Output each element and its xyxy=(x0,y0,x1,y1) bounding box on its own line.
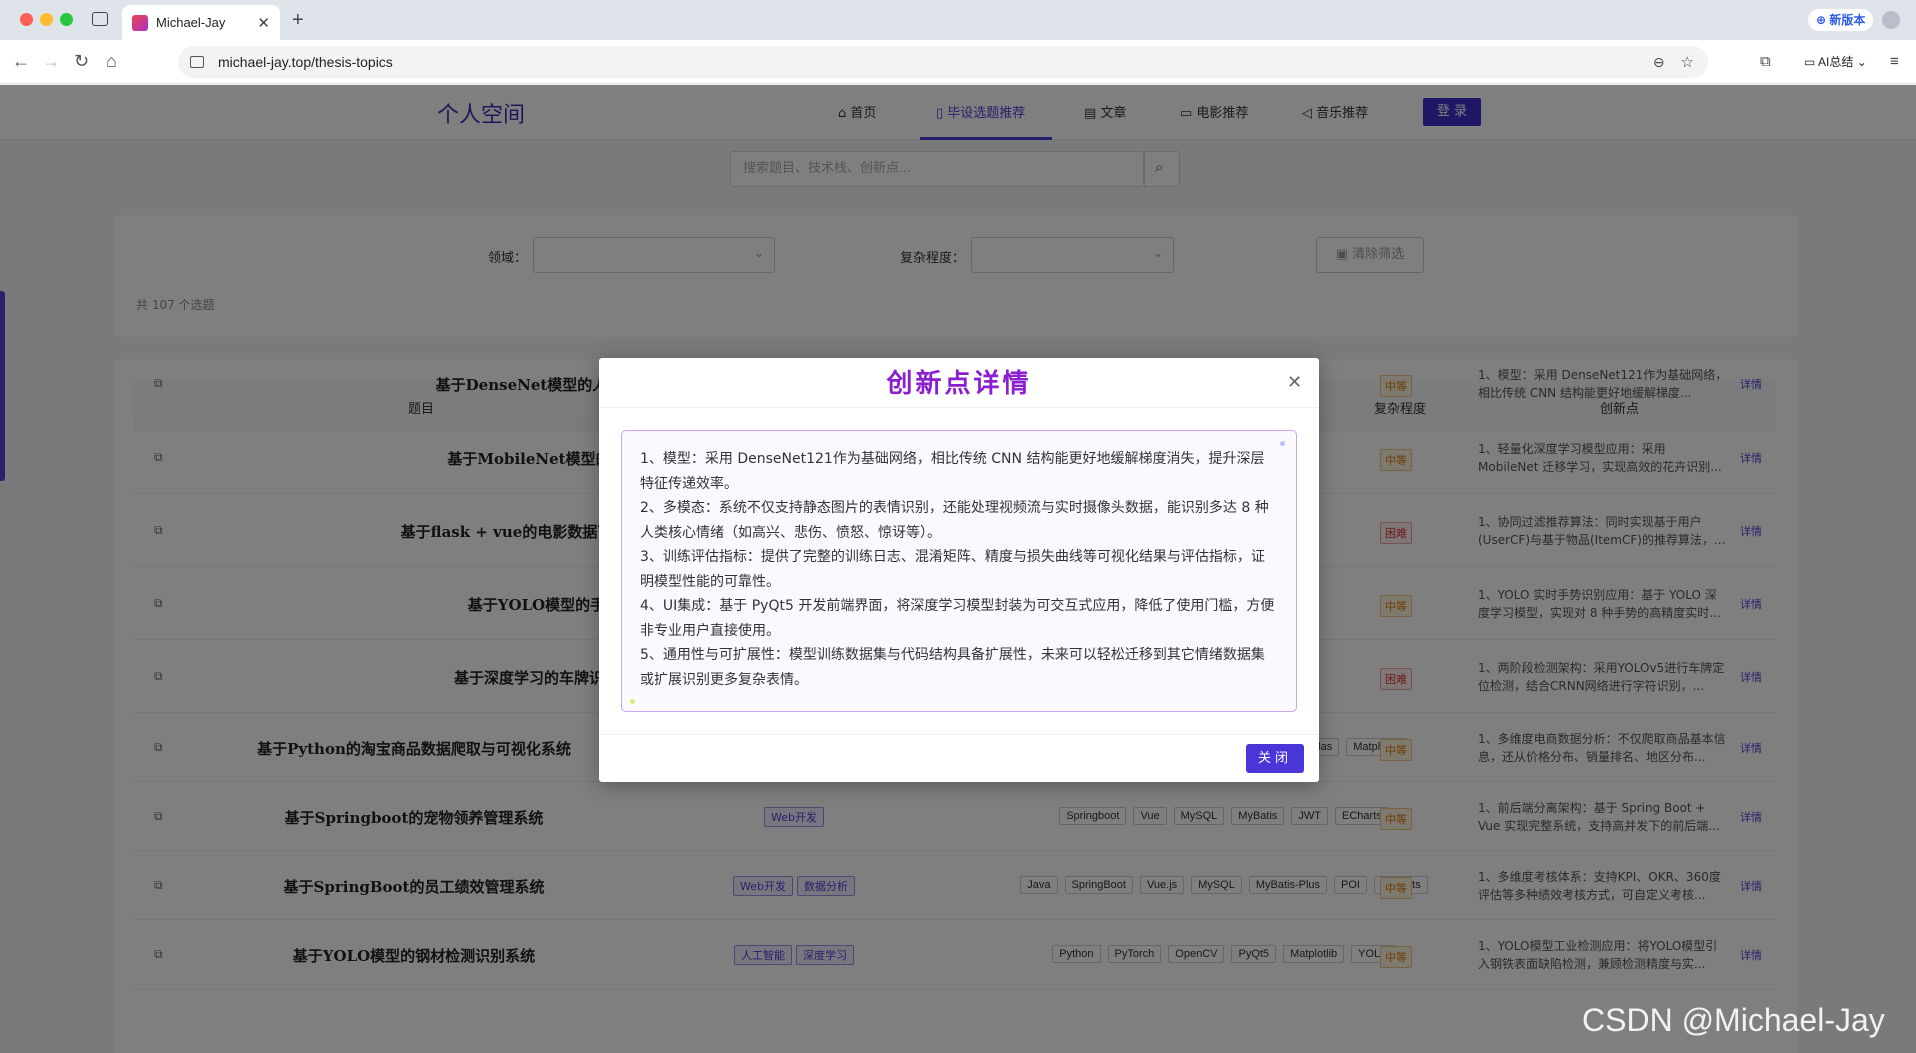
tab-close-icon[interactable]: ✕ xyxy=(257,14,270,32)
tab-title: Michael-Jay xyxy=(156,15,226,30)
close-window-icon[interactable] xyxy=(20,13,33,26)
menu-icon[interactable]: ≡ xyxy=(1890,53,1899,70)
bookmark-star-icon[interactable]: ☆ xyxy=(1681,53,1694,71)
forward-icon[interactable]: → xyxy=(42,51,60,72)
innovation-point: 3、训练评估指标：提供了完整的训练日志、混淆矩阵、精度与损失曲线等可视化结果与评… xyxy=(640,549,1265,590)
maximize-window-icon[interactable] xyxy=(60,13,73,26)
innovation-point: 1、模型：采用 DenseNet121作为基础网络，相比传统 CNN 结构能更好… xyxy=(640,451,1265,492)
innovation-detail-modal: 创新点详情 ✕ 1、模型：采用 DenseNet121作为基础网络，相比传统 C… xyxy=(599,358,1319,782)
modal-title: 创新点详情 xyxy=(599,358,1319,408)
new-tab-icon[interactable]: + xyxy=(292,9,304,32)
modal-content: 1、模型：采用 DenseNet121作为基础网络，相比传统 CNN 结构能更好… xyxy=(621,430,1297,712)
browser-toolbar: ← → ↻ ⌂ michael-jay.top/thesis-topics ⊖ … xyxy=(0,40,1916,84)
innovation-point: 2、多模态：系统不仅支持静态图片的表情识别，还能处理视频流与实时摄像头数据，能识… xyxy=(640,500,1269,541)
close-icon[interactable]: ✕ xyxy=(1287,372,1302,393)
innovation-point: 5、通用性与可扩展性：模型训练数据集与代码结构具备扩展性，未来可以轻松迁移到其它… xyxy=(640,647,1265,688)
ai-summary-button[interactable]: ▭ AI总结 ⌄ xyxy=(1804,53,1867,70)
address-bar[interactable]: michael-jay.top/thesis-topics ⊖ ☆ xyxy=(178,46,1708,78)
ai-summary-label: AI总结 xyxy=(1818,55,1854,69)
profile-avatar[interactable] xyxy=(1882,11,1900,29)
tab-search-icon[interactable] xyxy=(92,12,108,26)
favicon-icon xyxy=(132,14,148,31)
upgrade-button[interactable]: ⊕ 新版本 xyxy=(1808,9,1874,31)
decor-dot xyxy=(1280,441,1285,446)
innovation-point: 4、UI集成：基于 PyQt5 开发前端界面，将深度学习模型封装为可交互式应用，… xyxy=(640,598,1275,639)
upgrade-label: 新版本 xyxy=(1829,13,1866,27)
site-info-icon[interactable] xyxy=(190,56,204,68)
watermark: CSDN @Michael-Jay xyxy=(1582,1002,1885,1038)
url-text: michael-jay.top/thesis-topics xyxy=(218,54,393,70)
close-button[interactable]: 关闭 xyxy=(1246,744,1304,773)
zoom-icon[interactable]: ⊖ xyxy=(1653,54,1665,71)
browser-tab-bar: Michael-Jay ✕ + ⊕ 新版本 xyxy=(0,0,1916,40)
minimize-window-icon[interactable] xyxy=(40,13,53,26)
browser-tab[interactable]: Michael-Jay ✕ xyxy=(122,5,280,40)
back-icon[interactable]: ← xyxy=(12,51,30,72)
modal-footer xyxy=(599,734,1319,782)
home-button-icon[interactable]: ⌂ xyxy=(106,51,117,72)
decor-dot xyxy=(630,699,635,704)
reload-icon[interactable]: ↻ xyxy=(74,51,89,72)
extensions-icon[interactable]: ⧉ xyxy=(1760,53,1771,70)
